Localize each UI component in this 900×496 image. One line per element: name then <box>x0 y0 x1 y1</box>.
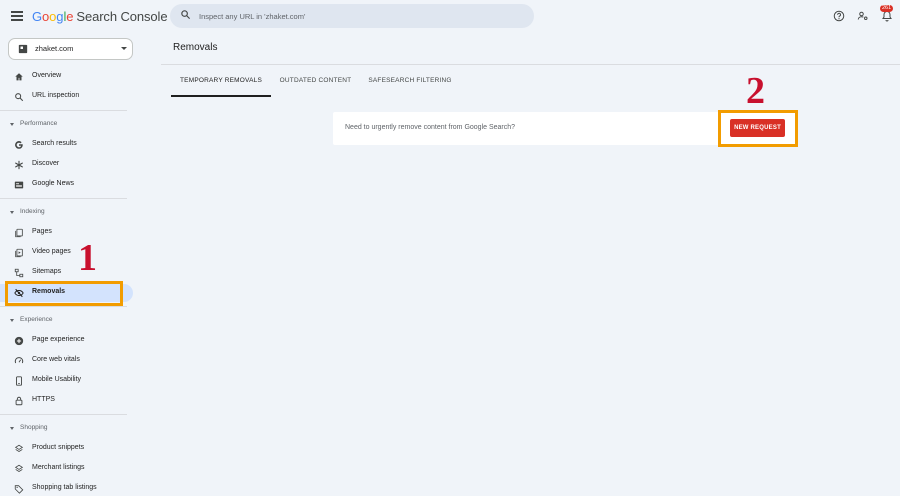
tab-safesearch-filtering[interactable]: SAFESEARCH FILTERING <box>362 72 458 97</box>
asterisk-icon <box>15 160 23 170</box>
divider <box>0 110 127 111</box>
video-pages-icon <box>15 248 23 258</box>
smartphone-icon <box>16 376 22 386</box>
top-bar: GoogleSearch Console 261 <box>0 0 900 34</box>
section-shopping[interactable]: Shopping <box>0 422 133 436</box>
help-icon[interactable] <box>833 10 845 22</box>
logo[interactable]: Google Search Console <box>32 9 168 24</box>
annotation-number: 1 <box>78 237 97 279</box>
sidebar-item-label: Page experience <box>32 336 85 343</box>
sidebar-item-label: Merchant listings <box>32 464 85 471</box>
collapse-icon <box>10 211 14 214</box>
sidebar-item-label: Sitemaps <box>32 268 62 275</box>
google-g-icon <box>15 141 23 149</box>
sidebar-item-overview[interactable]: Overview <box>0 68 133 86</box>
sidebar-item-label: Shopping tab listings <box>32 484 97 491</box>
tag-icon <box>14 485 24 494</box>
search-input[interactable] <box>199 8 519 24</box>
sidebar-item-label: HTTPS <box>32 396 55 403</box>
sidebar-item-video-pages[interactable]: Video pages <box>0 244 133 262</box>
logo-letter: e <box>66 9 74 24</box>
sidebar-item-label: Discover <box>32 160 60 167</box>
home-icon <box>15 73 23 81</box>
highlight-box-removals <box>5 281 123 306</box>
sidebar-item-label: Product snippets <box>32 444 85 451</box>
highlight-box-new-request <box>718 110 798 147</box>
divider <box>0 306 127 307</box>
sidebar-item-label: URL inspection <box>32 92 80 99</box>
search-icon <box>181 10 191 20</box>
speed-icon <box>14 357 24 364</box>
divider <box>161 64 900 65</box>
section-indexing[interactable]: Indexing <box>0 206 133 220</box>
collapse-icon <box>10 427 14 430</box>
card-text: Need to urgently remove content from Goo… <box>345 124 516 131</box>
sitemap-icon <box>14 268 24 278</box>
tab-temporary-removals[interactable]: TEMPORARY REMOVALS <box>171 72 271 97</box>
manage-users-icon[interactable] <box>857 10 869 22</box>
diamond-stack-icon <box>14 444 24 452</box>
sidebar-item-https[interactable]: HTTPS <box>0 392 133 410</box>
add-circle-icon <box>14 336 24 346</box>
sidebar-item-page-experience[interactable]: Page experience <box>0 332 133 350</box>
sidebar-item-label: Search results <box>32 140 77 147</box>
sidebar-item-mobile-usability[interactable]: Mobile Usability <box>0 372 133 390</box>
sidebar-item-pages[interactable]: Pages <box>0 224 133 242</box>
sidebar-item-google-news[interactable]: Google News <box>0 176 133 194</box>
section-experience[interactable]: Experience <box>0 314 133 328</box>
sidebar-item-label: Overview <box>32 72 62 79</box>
sidebar-item-label: Google News <box>32 180 75 187</box>
site-icon <box>18 44 28 54</box>
pages-icon <box>15 228 23 238</box>
section-label: Indexing <box>20 208 45 215</box>
divider <box>0 198 127 199</box>
sidebar-item-core-web-vitals[interactable]: Core web vitals <box>0 352 133 370</box>
page-title: Removals <box>173 42 218 53</box>
property-selector[interactable]: zhaket.com <box>8 38 133 60</box>
sidebar-item-search-results[interactable]: Search results <box>0 136 133 154</box>
section-label: Performance <box>20 120 58 127</box>
sidebar-item-product-snippets[interactable]: Product snippets <box>0 440 133 458</box>
property-label: zhaket.com <box>35 44 74 53</box>
collapse-icon <box>10 123 14 126</box>
news-icon <box>14 181 24 189</box>
collapse-icon <box>10 319 14 322</box>
tab-outdated-content[interactable]: OUTDATED CONTENT <box>273 72 358 97</box>
lock-icon <box>15 396 23 406</box>
annotation-number: 2 <box>746 70 765 112</box>
url-inspection-search[interactable] <box>170 4 534 28</box>
notification-badge: 261 <box>880 5 894 12</box>
sidebar-item-label: Pages <box>32 228 52 235</box>
active-tab-indicator <box>171 95 271 97</box>
sidebar-item-discover[interactable]: Discover <box>0 156 133 174</box>
sidebar-item-sitemaps[interactable]: Sitemaps <box>0 264 133 282</box>
divider <box>0 414 127 415</box>
search-icon <box>15 93 24 102</box>
sidebar-item-label: Video pages <box>32 248 71 255</box>
sidebar-item-label: Mobile Usability <box>32 376 82 383</box>
sidebar-item-shopping-tab-listings[interactable]: Shopping tab listings <box>0 480 133 496</box>
chevron-down-icon <box>121 47 127 50</box>
section-label: Experience <box>20 316 53 323</box>
sidebar-item-merchant-listings[interactable]: Merchant listings <box>0 460 133 478</box>
sidebar-item-url-inspection[interactable]: URL inspection <box>0 88 133 106</box>
sidebar-item-label: Core web vitals <box>32 356 80 363</box>
menu-icon[interactable] <box>11 11 23 21</box>
product-name: Search Console <box>76 9 168 24</box>
logo-letter: G <box>32 9 43 24</box>
diamond-stack-icon <box>14 464 24 472</box>
section-label: Shopping <box>20 424 48 431</box>
section-performance[interactable]: Performance <box>0 118 133 132</box>
